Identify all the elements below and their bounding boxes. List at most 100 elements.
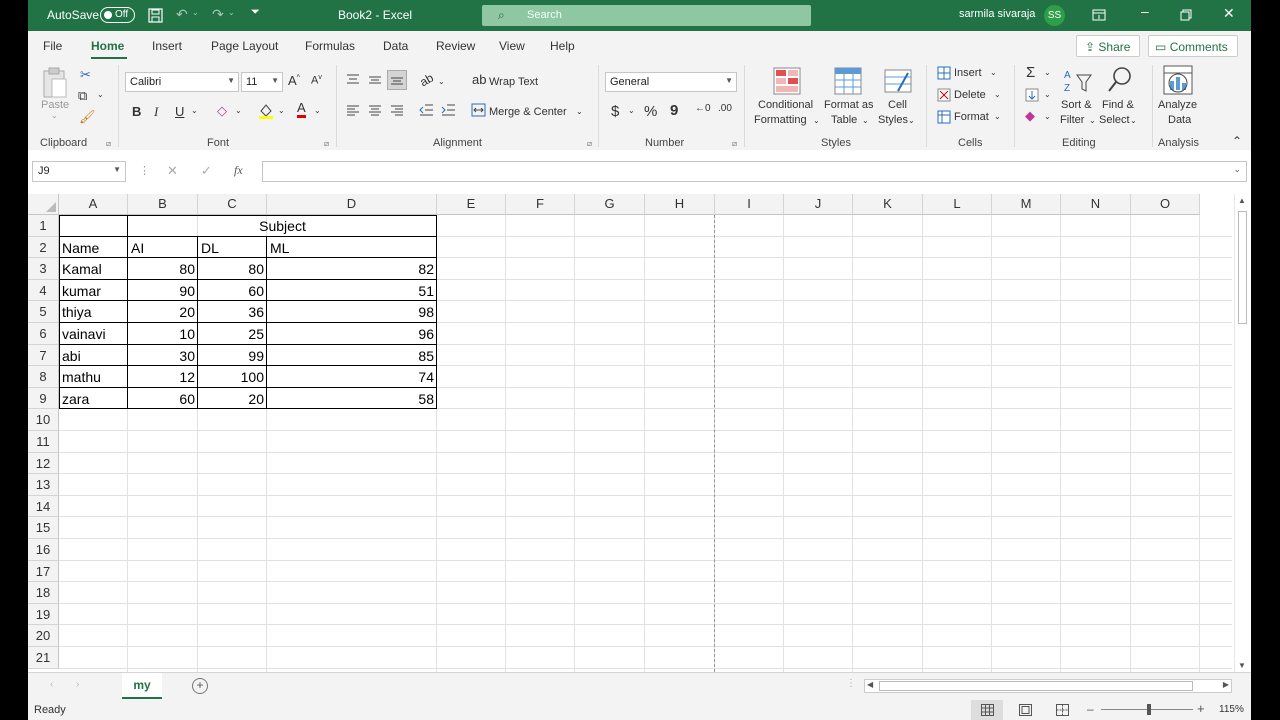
orientation-dropdown-icon[interactable]: ⌄ bbox=[438, 77, 445, 86]
column-header-f[interactable]: F bbox=[506, 194, 575, 215]
score-cell[interactable]: 80 bbox=[198, 258, 267, 279]
vertical-scrollbar[interactable]: ▲ ▼ bbox=[1234, 194, 1250, 672]
name-cell[interactable]: thiya bbox=[59, 301, 128, 322]
zoom-slider-thumb[interactable] bbox=[1147, 704, 1151, 715]
tab-help[interactable]: Help bbox=[550, 39, 575, 53]
zoom-level[interactable]: 115% bbox=[1219, 704, 1244, 715]
save-icon[interactable] bbox=[148, 8, 163, 23]
borders-icon[interactable]: ◇ bbox=[217, 103, 227, 119]
chevron-down-icon[interactable]: ⌄ bbox=[990, 68, 997, 77]
subject-header-cell[interactable]: Subject bbox=[128, 215, 437, 236]
share-button[interactable]: ⇪ Share bbox=[1076, 35, 1140, 57]
merge-dropdown-icon[interactable]: ⌄ bbox=[576, 107, 583, 116]
score-cell[interactable]: 85 bbox=[267, 345, 437, 366]
chevron-down-icon[interactable]: ⌄ bbox=[994, 90, 1001, 99]
decrease-indent-icon[interactable] bbox=[419, 104, 434, 117]
score-cell[interactable]: 74 bbox=[267, 366, 437, 387]
font-size-select[interactable]: 11 ▼ bbox=[241, 72, 283, 92]
confirm-entry-icon[interactable]: ✓ bbox=[201, 163, 212, 179]
cell-styles-label-1[interactable]: Cell bbox=[888, 99, 907, 111]
alignment-launcher-icon[interactable]: ⧄ bbox=[587, 139, 592, 149]
header-cell-ai[interactable]: AI bbox=[128, 237, 198, 258]
tab-review[interactable]: Review bbox=[436, 39, 475, 53]
sheet-tab-my[interactable]: my bbox=[122, 673, 162, 699]
clipboard-launcher-icon[interactable]: ⧄ bbox=[106, 139, 111, 149]
orientation-icon[interactable]: ab bbox=[417, 71, 436, 90]
score-cell[interactable]: 100 bbox=[198, 366, 267, 387]
row-header-6[interactable]: 6 bbox=[28, 323, 59, 345]
top-align-icon[interactable] bbox=[346, 74, 360, 86]
score-cell[interactable]: 20 bbox=[198, 388, 267, 409]
sort-filter-label-2[interactable]: Filter bbox=[1060, 114, 1084, 126]
tab-file[interactable]: File bbox=[43, 39, 62, 53]
cell-styles-icon[interactable] bbox=[884, 67, 912, 95]
name-box[interactable]: J9 ▼ bbox=[32, 161, 126, 182]
cancel-entry-icon[interactable]: ✕ bbox=[167, 163, 178, 179]
row-header-12[interactable]: 12 bbox=[28, 452, 59, 475]
select-all-corner[interactable] bbox=[28, 194, 59, 215]
page-break-preview-icon[interactable] bbox=[1056, 704, 1069, 716]
score-cell[interactable]: 90 bbox=[128, 280, 198, 301]
row-header-14[interactable]: 14 bbox=[28, 495, 59, 518]
row-header-16[interactable]: 16 bbox=[28, 539, 59, 561]
conditional-formatting-label-1[interactable]: Conditional bbox=[758, 99, 813, 111]
tab-formulas[interactable]: Formulas bbox=[305, 39, 355, 53]
customize-toolbar-icon[interactable]: ⏷ bbox=[251, 6, 260, 19]
paste-icon[interactable] bbox=[42, 67, 68, 99]
search-box[interactable]: ⌕ Search bbox=[482, 5, 811, 26]
autosave-toggle[interactable]: Off bbox=[100, 7, 135, 23]
row-header-13[interactable]: 13 bbox=[28, 474, 59, 496]
paste-label[interactable]: Paste bbox=[41, 99, 69, 111]
middle-align-icon[interactable] bbox=[368, 74, 382, 86]
merge-center-button[interactable]: Merge & Center bbox=[489, 106, 567, 118]
align-center-icon[interactable] bbox=[368, 105, 382, 117]
zoom-in-icon[interactable]: + bbox=[1197, 701, 1205, 716]
horizontal-scroll-thumb[interactable] bbox=[879, 681, 1193, 691]
autosum-icon[interactable]: Σ bbox=[1026, 64, 1035, 81]
find-select-label-1[interactable]: Find & bbox=[1102, 99, 1134, 111]
score-cell[interactable]: 98 bbox=[267, 301, 437, 322]
wrap-text-button[interactable]: Wrap Text bbox=[489, 76, 538, 88]
score-cell[interactable]: 60 bbox=[198, 280, 267, 301]
chevron-down-icon[interactable]: ⌄ bbox=[994, 112, 1001, 121]
undo-dropdown-icon[interactable]: ⌄ bbox=[192, 8, 199, 17]
row-header-3[interactable]: 3 bbox=[28, 258, 59, 280]
next-sheet-icon[interactable]: › bbox=[76, 679, 79, 690]
header-cell-ml[interactable]: ML bbox=[267, 237, 437, 258]
row-header-19[interactable]: 19 bbox=[28, 603, 59, 626]
tab-data[interactable]: Data bbox=[383, 39, 408, 53]
row-header-7[interactable]: 7 bbox=[28, 344, 59, 367]
tab-view[interactable]: View bbox=[499, 39, 525, 53]
sort-filter-label-1[interactable]: Sort & bbox=[1061, 99, 1092, 111]
percent-button[interactable]: % bbox=[644, 103, 657, 120]
score-cell[interactable]: 12 bbox=[128, 366, 198, 387]
worksheet-grid[interactable]: A B C D E F G H I J K L M N O 1 2 3 4 5 6 7 8 9 10 11 12 13 14 15 16 17… bbox=[28, 194, 1232, 672]
tab-home[interactable]: Home bbox=[91, 39, 124, 53]
decrease-font-size-icon[interactable]: Av bbox=[311, 74, 322, 87]
column-header-e[interactable]: E bbox=[437, 194, 506, 215]
insert-cells-button[interactable]: Insert bbox=[954, 67, 982, 79]
format-as-table-label-1[interactable]: Format as bbox=[824, 99, 874, 111]
font-name-select[interactable]: Calibri ▼ bbox=[125, 72, 239, 92]
analyze-data-label-1[interactable]: Analyze bbox=[1158, 99, 1197, 111]
find-select-icon[interactable] bbox=[1107, 66, 1133, 94]
fill-icon[interactable] bbox=[1025, 88, 1039, 102]
column-header-c[interactable]: C bbox=[198, 194, 267, 215]
font-color-button[interactable]: A bbox=[297, 101, 306, 118]
vertical-scroll-thumb[interactable] bbox=[1238, 211, 1247, 324]
scroll-down-icon[interactable]: ▼ bbox=[1238, 661, 1246, 670]
collapse-ribbon-icon[interactable]: ⌃ bbox=[1232, 134, 1242, 148]
prev-sheet-icon[interactable]: ‹ bbox=[50, 679, 53, 690]
row-header-1[interactable]: 1 bbox=[28, 215, 59, 237]
align-left-icon[interactable] bbox=[346, 105, 360, 117]
column-header-i[interactable]: I bbox=[715, 194, 784, 215]
score-cell[interactable]: 36 bbox=[198, 301, 267, 322]
bold-button[interactable]: B bbox=[132, 104, 141, 119]
row-header-21[interactable]: 21 bbox=[28, 647, 59, 669]
format-as-table-icon[interactable] bbox=[834, 67, 862, 95]
name-cell[interactable]: vainavi bbox=[59, 323, 128, 344]
fill-color-dropdown-icon[interactable]: ⌄ bbox=[278, 106, 285, 115]
wrap-text-icon[interactable]: ab bbox=[472, 72, 486, 87]
close-icon[interactable]: ✕ bbox=[1223, 5, 1235, 22]
redo-icon[interactable]: ↷ bbox=[212, 6, 224, 23]
